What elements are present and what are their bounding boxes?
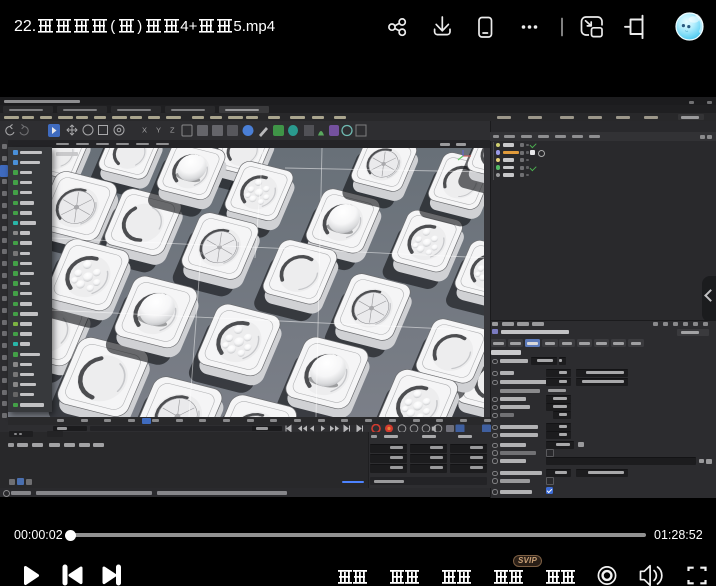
svg-text:Z: Z xyxy=(170,126,175,135)
svg-text:X: X xyxy=(142,126,147,135)
svg-text:Y: Y xyxy=(156,126,161,135)
